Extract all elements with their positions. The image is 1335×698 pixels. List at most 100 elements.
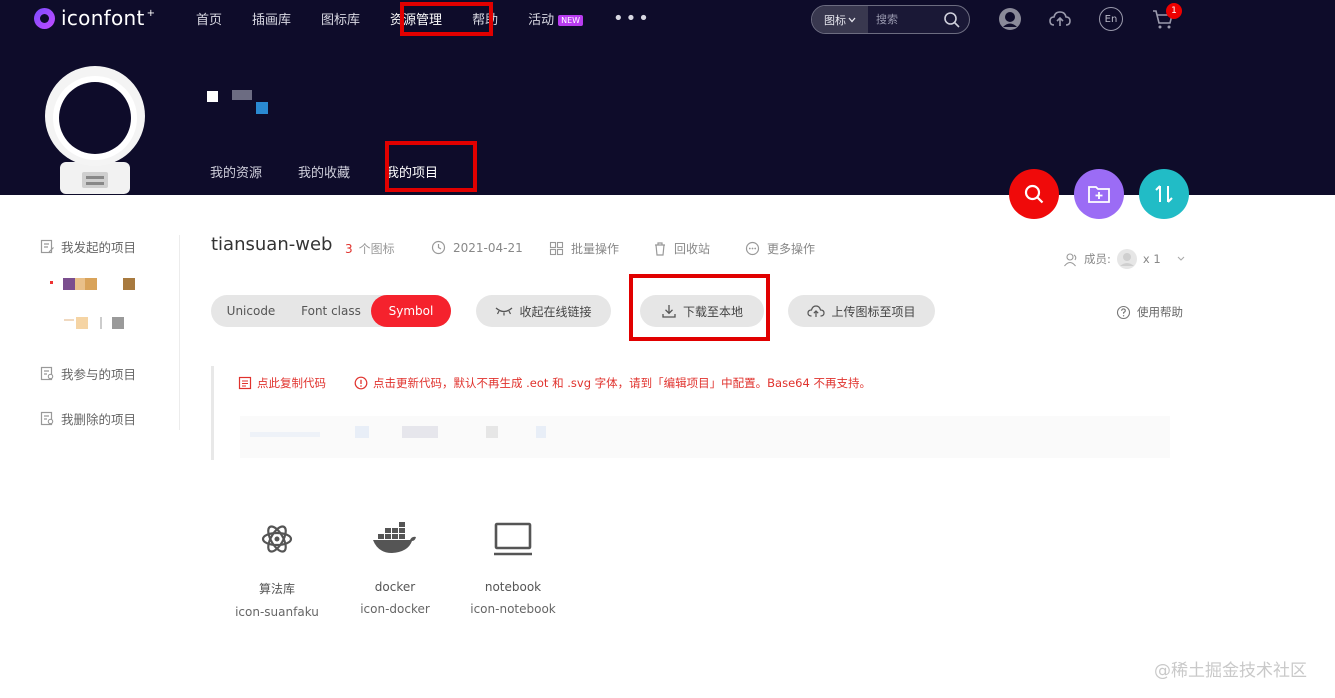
upload-cloud-icon[interactable] [1048,7,1072,31]
chevron-down-icon [1177,256,1185,261]
clock-icon [431,240,446,255]
logo-mark-icon [34,7,55,29]
logo-text: iconfont [61,6,145,30]
sidebar-item-deleted-projects[interactable]: 我删除的项目 [40,409,136,428]
username-redacted [207,90,268,114]
upload-icons-button[interactable]: 上传图标至项目 [788,295,935,327]
upload-cloud-icon [807,305,826,317]
cart-count-badge: 1 [1166,3,1182,19]
code-panel: 点此复制代码 点击更新代码，默认不再生成 .eot 和 .svg 字体，请到「编… [211,366,1171,460]
code-actions: 点此复制代码 点击更新代码，默认不再生成 .eot 和 .svg 字体，请到「编… [238,375,871,391]
folder-add-icon [1088,186,1110,203]
grid-icon [549,241,564,256]
search-type-select[interactable]: 图标 [812,6,868,33]
icon-name: notebook [484,580,542,594]
logo-star: + [146,7,156,19]
user-avatar-icon[interactable] [998,7,1022,31]
nav-item-activity-label: 活动 [528,12,555,28]
project-date-text: 2021-04-21 [453,240,523,255]
sidebar-item-label: 我发起的项目 [61,240,137,255]
logo[interactable]: iconfont + [34,6,155,30]
icon-card-docker[interactable]: docker icon-docker [340,522,450,616]
members-label: 成员: [1084,252,1111,266]
doc-search-icon [40,366,54,381]
more-circle-icon [745,241,760,256]
copy-code-label: 点此复制代码 [257,376,326,390]
language-icon[interactable]: En [1099,7,1123,31]
search-type-label: 图标 [824,13,846,27]
more-operations-button[interactable]: 更多操作 [745,240,815,257]
nav-item-home[interactable]: 首页 [196,9,222,28]
docker-icon [373,522,416,553]
annotation-box-my-projects [385,141,477,192]
sidebar-item-joined-projects[interactable]: 我参与的项目 [40,364,136,383]
astronaut-avatar[interactable] [42,66,148,194]
members-icon [1064,252,1077,266]
atom-icon [261,525,293,553]
project-title: tiansuan-web [211,234,333,255]
doc-settings-icon [40,411,54,426]
fab-sort-button[interactable] [1139,169,1189,219]
project-date: 2021-04-21 [431,240,523,255]
icon-code: icon-docker [360,602,430,616]
member-avatar [1116,249,1137,269]
search-box: 图标 [811,5,970,34]
icon-count-suffix: 个图标 [358,242,395,256]
update-code-button[interactable]: 点击更新代码，默认不再生成 .eot 和 .svg 字体，请到「编辑项目」中配置… [354,375,871,391]
profile-header: iconfont + 首页 插画库 图标库 资源管理 帮助 活动 NEW ••• … [0,0,1335,195]
icon-card-suanfaku[interactable]: 算法库 icon-suanfaku [222,522,332,619]
copy-doc-icon [238,376,252,390]
sidebar-item-label: 我参与的项目 [61,367,137,382]
batch-operations-button[interactable]: 批量操作 [549,240,619,257]
tab-font-class[interactable]: Font class [291,295,371,327]
icon-card-notebook[interactable]: notebook icon-notebook [458,522,568,616]
tab-symbol[interactable]: Symbol [371,295,451,327]
usage-help-link[interactable]: 使用帮助 [1116,304,1183,320]
code-format-tabs: Unicode Font class Symbol [211,295,451,327]
more-operations-label: 更多操作 [767,242,816,256]
collapse-online-link-label: 收起在线链接 [519,304,592,319]
icon-name: docker [374,580,416,594]
members-count: x 1 [1142,252,1161,266]
annotation-box-download [629,274,770,341]
subtab-my-resources[interactable]: 我的资源 [210,162,262,181]
collapse-online-link-button[interactable]: 收起在线链接 [476,295,611,327]
search-icon [1024,184,1044,204]
update-code-label: 点击更新代码，默认不再生成 .eot 和 .svg 字体，请到「编辑项目」中配置… [373,376,871,390]
search-input[interactable] [876,13,946,26]
copy-code-button[interactable]: 点此复制代码 [238,375,326,391]
nav-item-icon-library[interactable]: 图标库 [321,9,360,28]
icon-name: 算法库 [258,582,295,596]
sidebar-item-created-projects[interactable]: 我发起的项目 [40,237,136,256]
icon-code: icon-suanfaku [235,605,319,619]
project-sidebar: 我发起的项目 我参与的项目 我删除的项目 [38,235,180,430]
edit-doc-icon [40,239,54,254]
watermark: @稀土掘金技术社区 [1154,661,1307,681]
eye-closed-icon [496,307,513,316]
notebook-icon [494,522,532,556]
fab-search-button[interactable] [1009,169,1059,219]
question-circle-icon [1116,305,1131,319]
fab-new-folder-button[interactable] [1074,169,1124,219]
usage-help-label: 使用帮助 [1137,305,1183,319]
nav-item-illustrations[interactable]: 插画库 [252,9,291,28]
trash-icon [655,242,665,256]
icon-code: icon-notebook [470,602,556,616]
chevron-down-icon [848,17,856,22]
code-snippet-redacted[interactable] [240,416,1170,458]
recycle-bin-label: 回收站 [674,242,711,256]
nav-item-activity[interactable]: 活动 NEW [528,9,584,28]
icon-count: 3 个图标 [345,240,395,257]
alert-circle-icon [354,376,368,390]
sort-arrows-icon [1155,185,1173,203]
batch-operations-label: 批量操作 [571,242,620,256]
subtab-my-favorites[interactable]: 我的收藏 [298,162,350,181]
icon-count-number: 3 [345,242,353,256]
search-icon[interactable] [943,11,961,29]
recycle-bin-button[interactable]: 回收站 [653,240,710,257]
annotation-box-resource-management [400,2,493,36]
tab-unicode[interactable]: Unicode [211,295,291,327]
new-badge: NEW [558,14,584,26]
more-menu-icon[interactable]: ••• [613,8,651,29]
members-dropdown[interactable]: 成员: x 1 [1063,248,1188,270]
